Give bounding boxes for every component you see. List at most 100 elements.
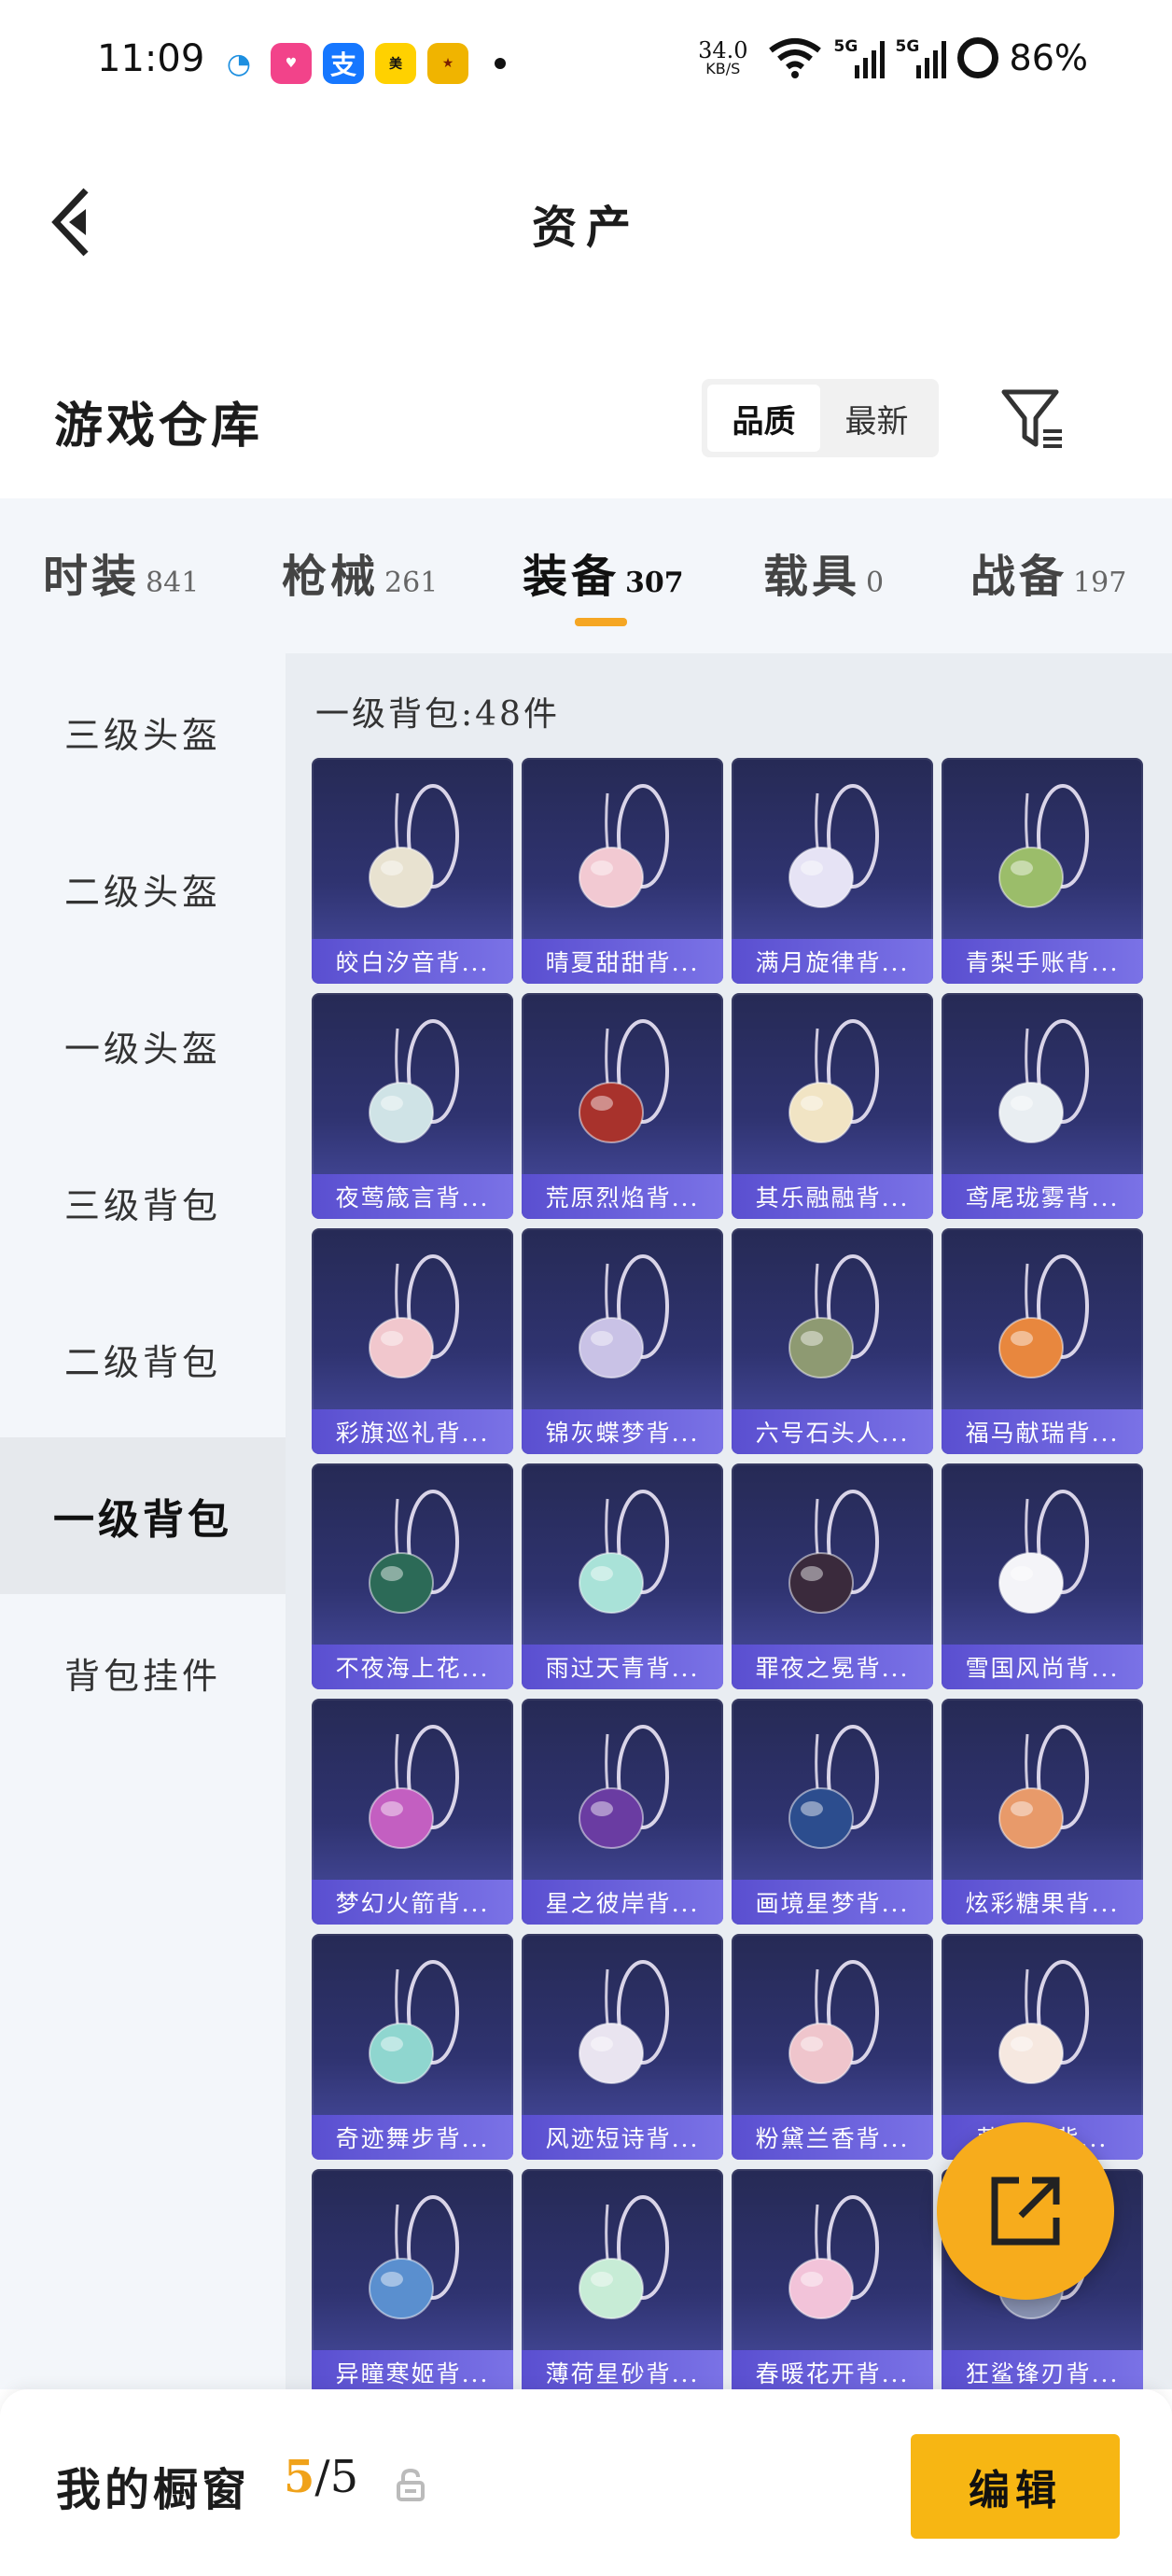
sort-quality-option[interactable]: 品质: [707, 385, 820, 452]
item-card[interactable]: 鸢尾珑雾背...: [942, 993, 1143, 1219]
item-name: 其乐融融背...: [732, 1174, 933, 1219]
item-card[interactable]: 罪夜之冕背...: [732, 1463, 933, 1689]
filter-icon[interactable]: [998, 386, 1066, 454]
tab-vehicles[interactable]: 载具 0: [763, 539, 884, 605]
backpack-image: [369, 1725, 459, 1849]
backpack-image: [998, 1019, 1089, 1143]
backpack-image: [369, 1960, 459, 2084]
sidebar-item-lv3-helmet[interactable]: 三级头盔: [0, 653, 286, 810]
item-name: 满月旋律背...: [732, 939, 933, 984]
item-card[interactable]: 福马献瑞背...: [942, 1228, 1143, 1454]
item-name: 彩旗巡礼背...: [312, 1409, 513, 1454]
notification-icons: ◔ ♥ 支 美 ★: [218, 43, 506, 84]
item-name: 不夜海上花...: [312, 1645, 513, 1689]
backpack-image: [788, 1254, 879, 1379]
item-card[interactable]: 薄荷星砂背...: [522, 2169, 723, 2389]
tab-fashion[interactable]: 时装 841: [43, 539, 199, 605]
qq-icon: ◔: [218, 43, 259, 84]
item-card[interactable]: 夜莺箴言背...: [312, 993, 513, 1219]
item-card[interactable]: 粉黛兰香背...: [732, 1934, 933, 2160]
lock-icon: [397, 2468, 425, 2501]
item-card[interactable]: 皎白汐音背...: [312, 758, 513, 984]
item-name: 雨过天青背...: [522, 1645, 723, 1689]
net-speed: 34.0 KB/S: [698, 37, 748, 77]
external-link-icon: [991, 2177, 1060, 2246]
item-card[interactable]: 晴夏甜甜背...: [522, 758, 723, 984]
backpack-image: [998, 1254, 1089, 1379]
top-nav: 资产: [0, 140, 1172, 299]
sidebar-item-lv1-helmet[interactable]: 一级头盔: [0, 967, 286, 1124]
lofter-icon: ♥: [271, 43, 312, 84]
item-name: 皎白汐音背...: [312, 939, 513, 984]
item-card[interactable]: 满月旋律背...: [732, 758, 933, 984]
showcase-bar: 我的橱窗 5/5 编辑: [0, 2389, 1172, 2576]
sidebar-item-lv3-backpack[interactable]: 三级背包: [0, 1124, 286, 1281]
backpack-image: [579, 1960, 669, 2084]
backpack-image: [369, 784, 459, 908]
item-name: 晴夏甜甜背...: [522, 939, 723, 984]
sidebar-item-lv2-backpack[interactable]: 二级背包: [0, 1281, 286, 1437]
backpack-image: [998, 1960, 1089, 2084]
warehouse-header: 游戏仓库 品质 最新: [0, 355, 1172, 485]
more-notifications-icon: [495, 58, 506, 69]
showcase-count: 5/5: [284, 2451, 359, 2503]
sort-toggle: 品质 最新: [702, 379, 939, 457]
game-app-icon: ★: [427, 43, 468, 84]
edit-button[interactable]: 编辑: [911, 2434, 1120, 2539]
item-name: 青梨手账背...: [942, 939, 1143, 984]
signal-icon: 5G: [834, 37, 885, 78]
item-name: 罪夜之冕背...: [732, 1645, 933, 1689]
backpack-image: [369, 1490, 459, 1614]
tab-firearms[interactable]: 枪械 261: [282, 539, 438, 605]
item-card[interactable]: 六号石头人...: [732, 1228, 933, 1454]
item-name: 狂鲨锋刃背...: [942, 2350, 1143, 2389]
item-name: 雪国风尚背...: [942, 1645, 1143, 1689]
meituan-icon: 美: [375, 43, 416, 84]
backpack-image: [998, 784, 1089, 908]
active-tab-indicator: [575, 618, 627, 626]
item-card[interactable]: 青梨手账背...: [942, 758, 1143, 984]
sidebar-item-lv2-helmet[interactable]: 二级头盔: [0, 810, 286, 967]
item-card[interactable]: 其乐融融背...: [732, 993, 933, 1219]
item-name: 星之彼岸背...: [522, 1880, 723, 1925]
item-card[interactable]: 不夜海上花...: [312, 1463, 513, 1689]
backpack-image: [579, 2195, 669, 2319]
item-card[interactable]: 画境星梦背...: [732, 1699, 933, 1925]
item-card[interactable]: 锦灰蝶梦背...: [522, 1228, 723, 1454]
item-card[interactable]: 异瞳寒姬背...: [312, 2169, 513, 2389]
item-name: 夜莺箴言背...: [312, 1174, 513, 1219]
backpack-image: [369, 2195, 459, 2319]
item-name: 福马献瑞背...: [942, 1409, 1143, 1454]
subcategory-sidebar: 三级头盔 二级头盔 一级头盔 三级背包 二级背包 一级背包 背包挂件: [0, 653, 286, 2389]
item-card[interactable]: 梦幻火箭背...: [312, 1699, 513, 1925]
item-card[interactable]: 奇迹舞步背...: [312, 1934, 513, 2160]
item-card[interactable]: 雨过天青背...: [522, 1463, 723, 1689]
share-float-button[interactable]: [937, 2122, 1114, 2300]
sort-latest-option[interactable]: 最新: [820, 385, 933, 452]
item-name: 炫彩糖果背...: [942, 1880, 1143, 1925]
item-card[interactable]: 炫彩糖果背...: [942, 1699, 1143, 1925]
item-card[interactable]: 雪国风尚背...: [942, 1463, 1143, 1689]
tab-supplies[interactable]: 战备 197: [970, 539, 1126, 605]
item-name: 风迹短诗背...: [522, 2115, 723, 2160]
backpack-image: [788, 1019, 879, 1143]
item-card[interactable]: 星之彼岸背...: [522, 1699, 723, 1925]
backpack-image: [788, 784, 879, 908]
showcase-label: 我的橱窗: [56, 2464, 251, 2516]
backpack-image: [788, 1490, 879, 1614]
backpack-image: [369, 1254, 459, 1379]
sidebar-item-backpack-charm[interactable]: 背包挂件: [0, 1594, 286, 1751]
item-card[interactable]: 彩旗巡礼背...: [312, 1228, 513, 1454]
item-card[interactable]: 春暖花开背...: [732, 2169, 933, 2389]
item-card[interactable]: 风迹短诗背...: [522, 1934, 723, 2160]
item-card[interactable]: 荒原烈焰背...: [522, 993, 723, 1219]
item-name: 荒原烈焰背...: [522, 1174, 723, 1219]
battery-icon: [956, 37, 998, 78]
battery-level: 86%: [1009, 37, 1088, 78]
item-name: 鸢尾珑雾背...: [942, 1174, 1143, 1219]
sidebar-item-lv1-backpack[interactable]: 一级背包: [0, 1437, 286, 1594]
item-name: 粉黛兰香背...: [732, 2115, 933, 2160]
wifi-icon: [768, 38, 821, 78]
tab-equipment[interactable]: 装备 307: [523, 539, 684, 605]
backpack-image: [369, 1019, 459, 1143]
